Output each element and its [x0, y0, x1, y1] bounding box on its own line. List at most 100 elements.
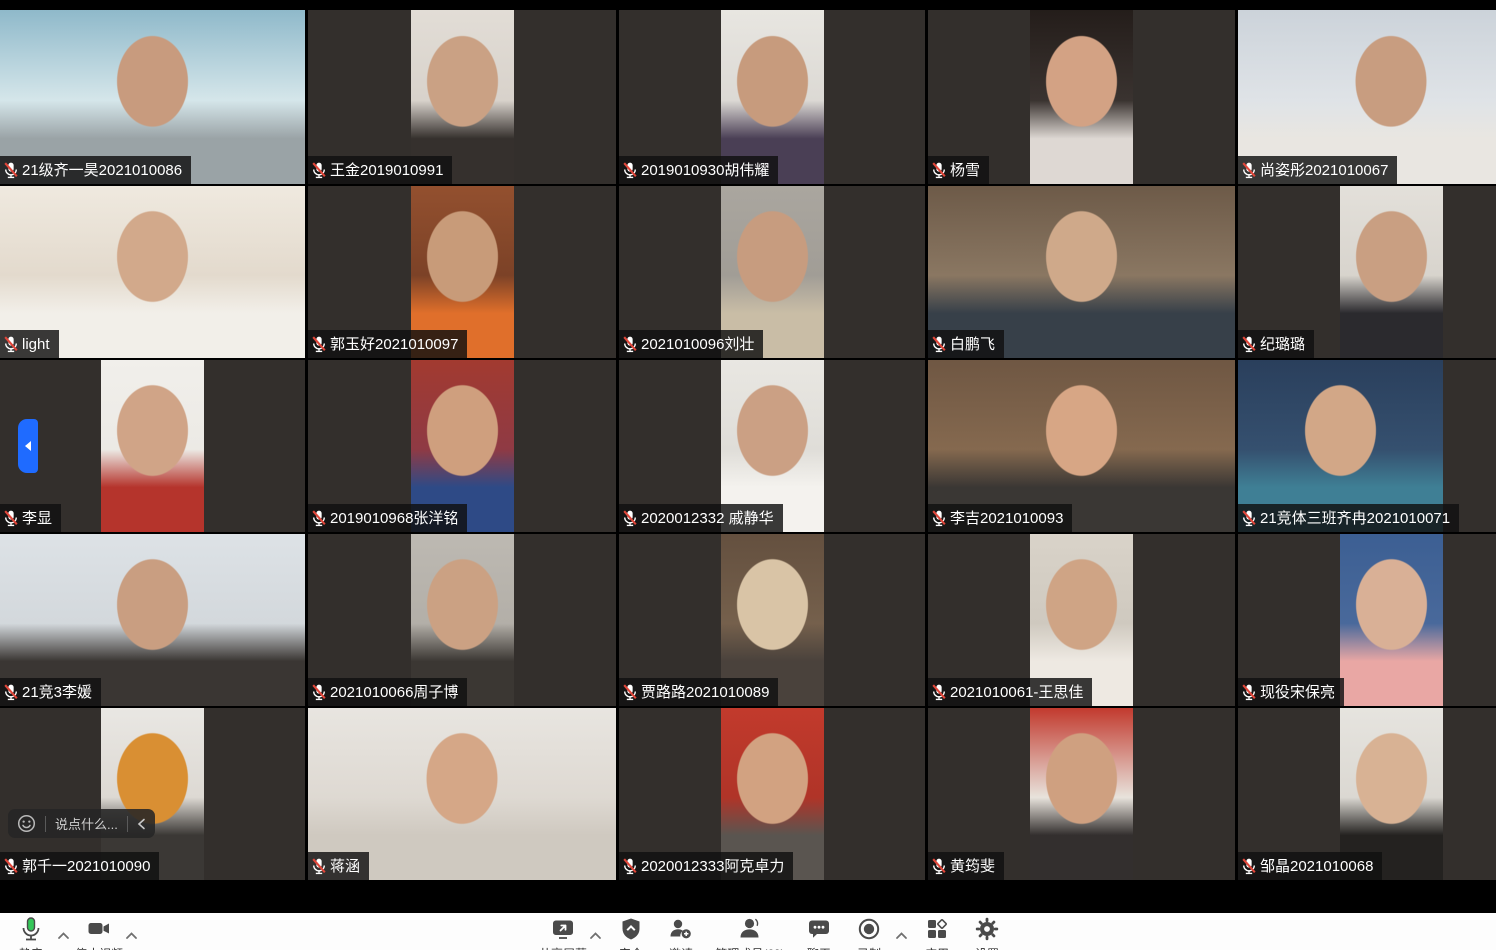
mic-muted-icon	[931, 857, 947, 875]
chat-input-placeholder[interactable]: 说点什么...	[55, 814, 118, 833]
participant-name: 郭玉好2021010097	[330, 337, 458, 352]
chevron-up-icon[interactable]	[589, 927, 602, 945]
participant-tile[interactable]: 21竞3李媛	[0, 534, 305, 706]
participant-tile[interactable]: 2019010930胡伟耀	[619, 10, 925, 184]
toolbar-item-invite[interactable]: 邀请	[656, 916, 706, 950]
participant-name: 21竞3李媛	[22, 685, 92, 700]
participant-tile[interactable]: 2020012332 戚静华	[619, 360, 925, 532]
participant-tile[interactable]: 郭千一2021010090	[0, 708, 305, 880]
participant-tile[interactable]: 2021010061-王思佳	[928, 534, 1235, 706]
participant-tile[interactable]: 邹晶2021010068	[1238, 708, 1496, 880]
toolbar-item-apps[interactable]: 应用	[912, 916, 962, 950]
mic-muted-icon	[931, 161, 947, 179]
participant-tile[interactable]: 尚姿彤2021010067	[1238, 10, 1496, 184]
participant-tile[interactable]: 李吉2021010093	[928, 360, 1235, 532]
toolbar-item-stop-video[interactable]: 停止视频	[74, 916, 124, 950]
participant-name: 2021010096刘壮	[641, 337, 754, 352]
collapse-chat-icon[interactable]	[137, 818, 146, 830]
participant-name-label: 蒋涵	[308, 852, 369, 880]
toolbar-item-label: 录制	[857, 945, 881, 950]
participant-name-label: 尚姿彤2021010067	[1238, 156, 1397, 184]
participant-name: 2019010930胡伟耀	[641, 163, 769, 178]
toolbar-item-label: 安全	[619, 945, 643, 950]
participant-tile[interactable]: 21竞体三班齐冉2021010071	[1238, 360, 1496, 532]
participant-tile[interactable]: 现役宋保亮	[1238, 534, 1496, 706]
participant-name-label: 李吉2021010093	[928, 504, 1072, 532]
mic-muted-icon	[931, 509, 947, 527]
mic-muted-icon	[3, 683, 19, 701]
mic-muted-icon	[1241, 857, 1257, 875]
mic-muted-icon	[1241, 683, 1257, 701]
participant-tile[interactable]: 蒋涵	[308, 708, 616, 880]
participant-video	[1340, 186, 1443, 358]
participant-name: 2020012332 戚静华	[641, 511, 774, 526]
participant-video	[101, 360, 204, 532]
mic-muted-icon	[311, 335, 327, 353]
participant-tile[interactable]: light	[0, 186, 305, 358]
divider	[127, 816, 128, 832]
mic-muted-icon	[311, 509, 327, 527]
participant-tile[interactable]: 2019010968张洋铭	[308, 360, 616, 532]
toolbar-item-share-screen[interactable]: 共享屏幕	[538, 916, 588, 950]
mic-muted-icon	[311, 683, 327, 701]
participant-name-label: 2020012333阿克卓力	[619, 852, 793, 880]
participant-name: 21竞体三班齐冉2021010071	[1260, 511, 1450, 526]
participant-tile[interactable]: 黄筠斐	[928, 708, 1235, 880]
participant-name-label: 纪璐璐	[1238, 330, 1314, 358]
participant-name: light	[22, 337, 50, 352]
mic-muted-icon	[622, 161, 638, 179]
mic-muted-icon	[3, 509, 19, 527]
toolbar-item-record[interactable]: 录制	[844, 916, 894, 950]
participant-tile[interactable]: 纪璐璐	[1238, 186, 1496, 358]
participant-tile[interactable]: 李显	[0, 360, 305, 532]
participant-name: 尚姿彤2021010067	[1260, 163, 1388, 178]
toolbar-item-settings[interactable]: 设置	[962, 916, 1012, 950]
participant-name-label: 郭千一2021010090	[0, 852, 159, 880]
meeting-toolbar: 静音 停止视频 共享屏幕 安全 邀请 管理成员(69) 聊天 录制 应用	[0, 913, 1496, 950]
participant-tile[interactable]: 2020012333阿克卓力	[619, 708, 925, 880]
participant-name: 2020012333阿克卓力	[641, 859, 784, 874]
participant-tile[interactable]: 贾路路2021010089	[619, 534, 925, 706]
smiley-icon[interactable]	[17, 814, 36, 833]
mic-muted-icon	[622, 509, 638, 527]
mic-muted-icon	[1241, 509, 1257, 527]
participant-name: 蒋涵	[330, 859, 360, 874]
participant-tile[interactable]: 2021010066周子博	[308, 534, 616, 706]
toolbar-item-security[interactable]: 安全	[606, 916, 656, 950]
toolbar-item-mute[interactable]: 静音	[6, 916, 56, 950]
chevron-up-icon[interactable]	[895, 927, 908, 945]
apps-icon	[924, 916, 950, 942]
chevron-up-icon[interactable]	[125, 927, 138, 945]
participant-name: 王金2019010991	[330, 163, 443, 178]
mic-muted-icon	[3, 161, 19, 179]
participant-name-label: 李显	[0, 504, 61, 532]
chevron-up-icon[interactable]	[57, 927, 70, 945]
chevron-left-icon	[23, 440, 33, 452]
participant-tile[interactable]: 杨雪	[928, 10, 1235, 184]
participant-tile[interactable]: 2021010096刘壮	[619, 186, 925, 358]
participant-tile[interactable]: 21级齐一昊2021010086	[0, 10, 305, 184]
chat-icon	[806, 916, 832, 942]
participant-name-label: 贾路路2021010089	[619, 678, 778, 706]
prev-page-button[interactable]	[18, 419, 38, 473]
participant-tile[interactable]: 白鹏飞	[928, 186, 1235, 358]
participant-name: 贾路路2021010089	[641, 685, 769, 700]
toolbar-item-label: 设置	[975, 945, 999, 950]
participant-name: 2019010968张洋铭	[330, 511, 458, 526]
participant-name: 邹晶2021010068	[1260, 859, 1373, 874]
participant-grid: 21级齐一昊2021010086 王金2019010991 2019010930…	[0, 0, 1496, 880]
participant-name: 白鹏飞	[950, 337, 995, 352]
participant-tile[interactable]: 王金2019010991	[308, 10, 616, 184]
toolbar-item-chat[interactable]: 聊天	[794, 916, 844, 950]
participant-name: 21级齐一昊2021010086	[22, 163, 182, 178]
participant-name-label: 2020012332 戚静华	[619, 504, 783, 532]
participant-tile[interactable]: 郭玉好2021010097	[308, 186, 616, 358]
participant-name-label: light	[0, 330, 59, 358]
mic-muted-icon	[622, 335, 638, 353]
mic-icon	[18, 916, 44, 942]
gear-icon	[974, 916, 1000, 942]
participant-name: 杨雪	[950, 163, 980, 178]
participant-name-label: 21竞体三班齐冉2021010071	[1238, 504, 1459, 532]
toolbar-item-members[interactable]: 管理成员(69)	[706, 916, 794, 950]
quick-chat-bar[interactable]: 说点什么...	[8, 809, 155, 838]
